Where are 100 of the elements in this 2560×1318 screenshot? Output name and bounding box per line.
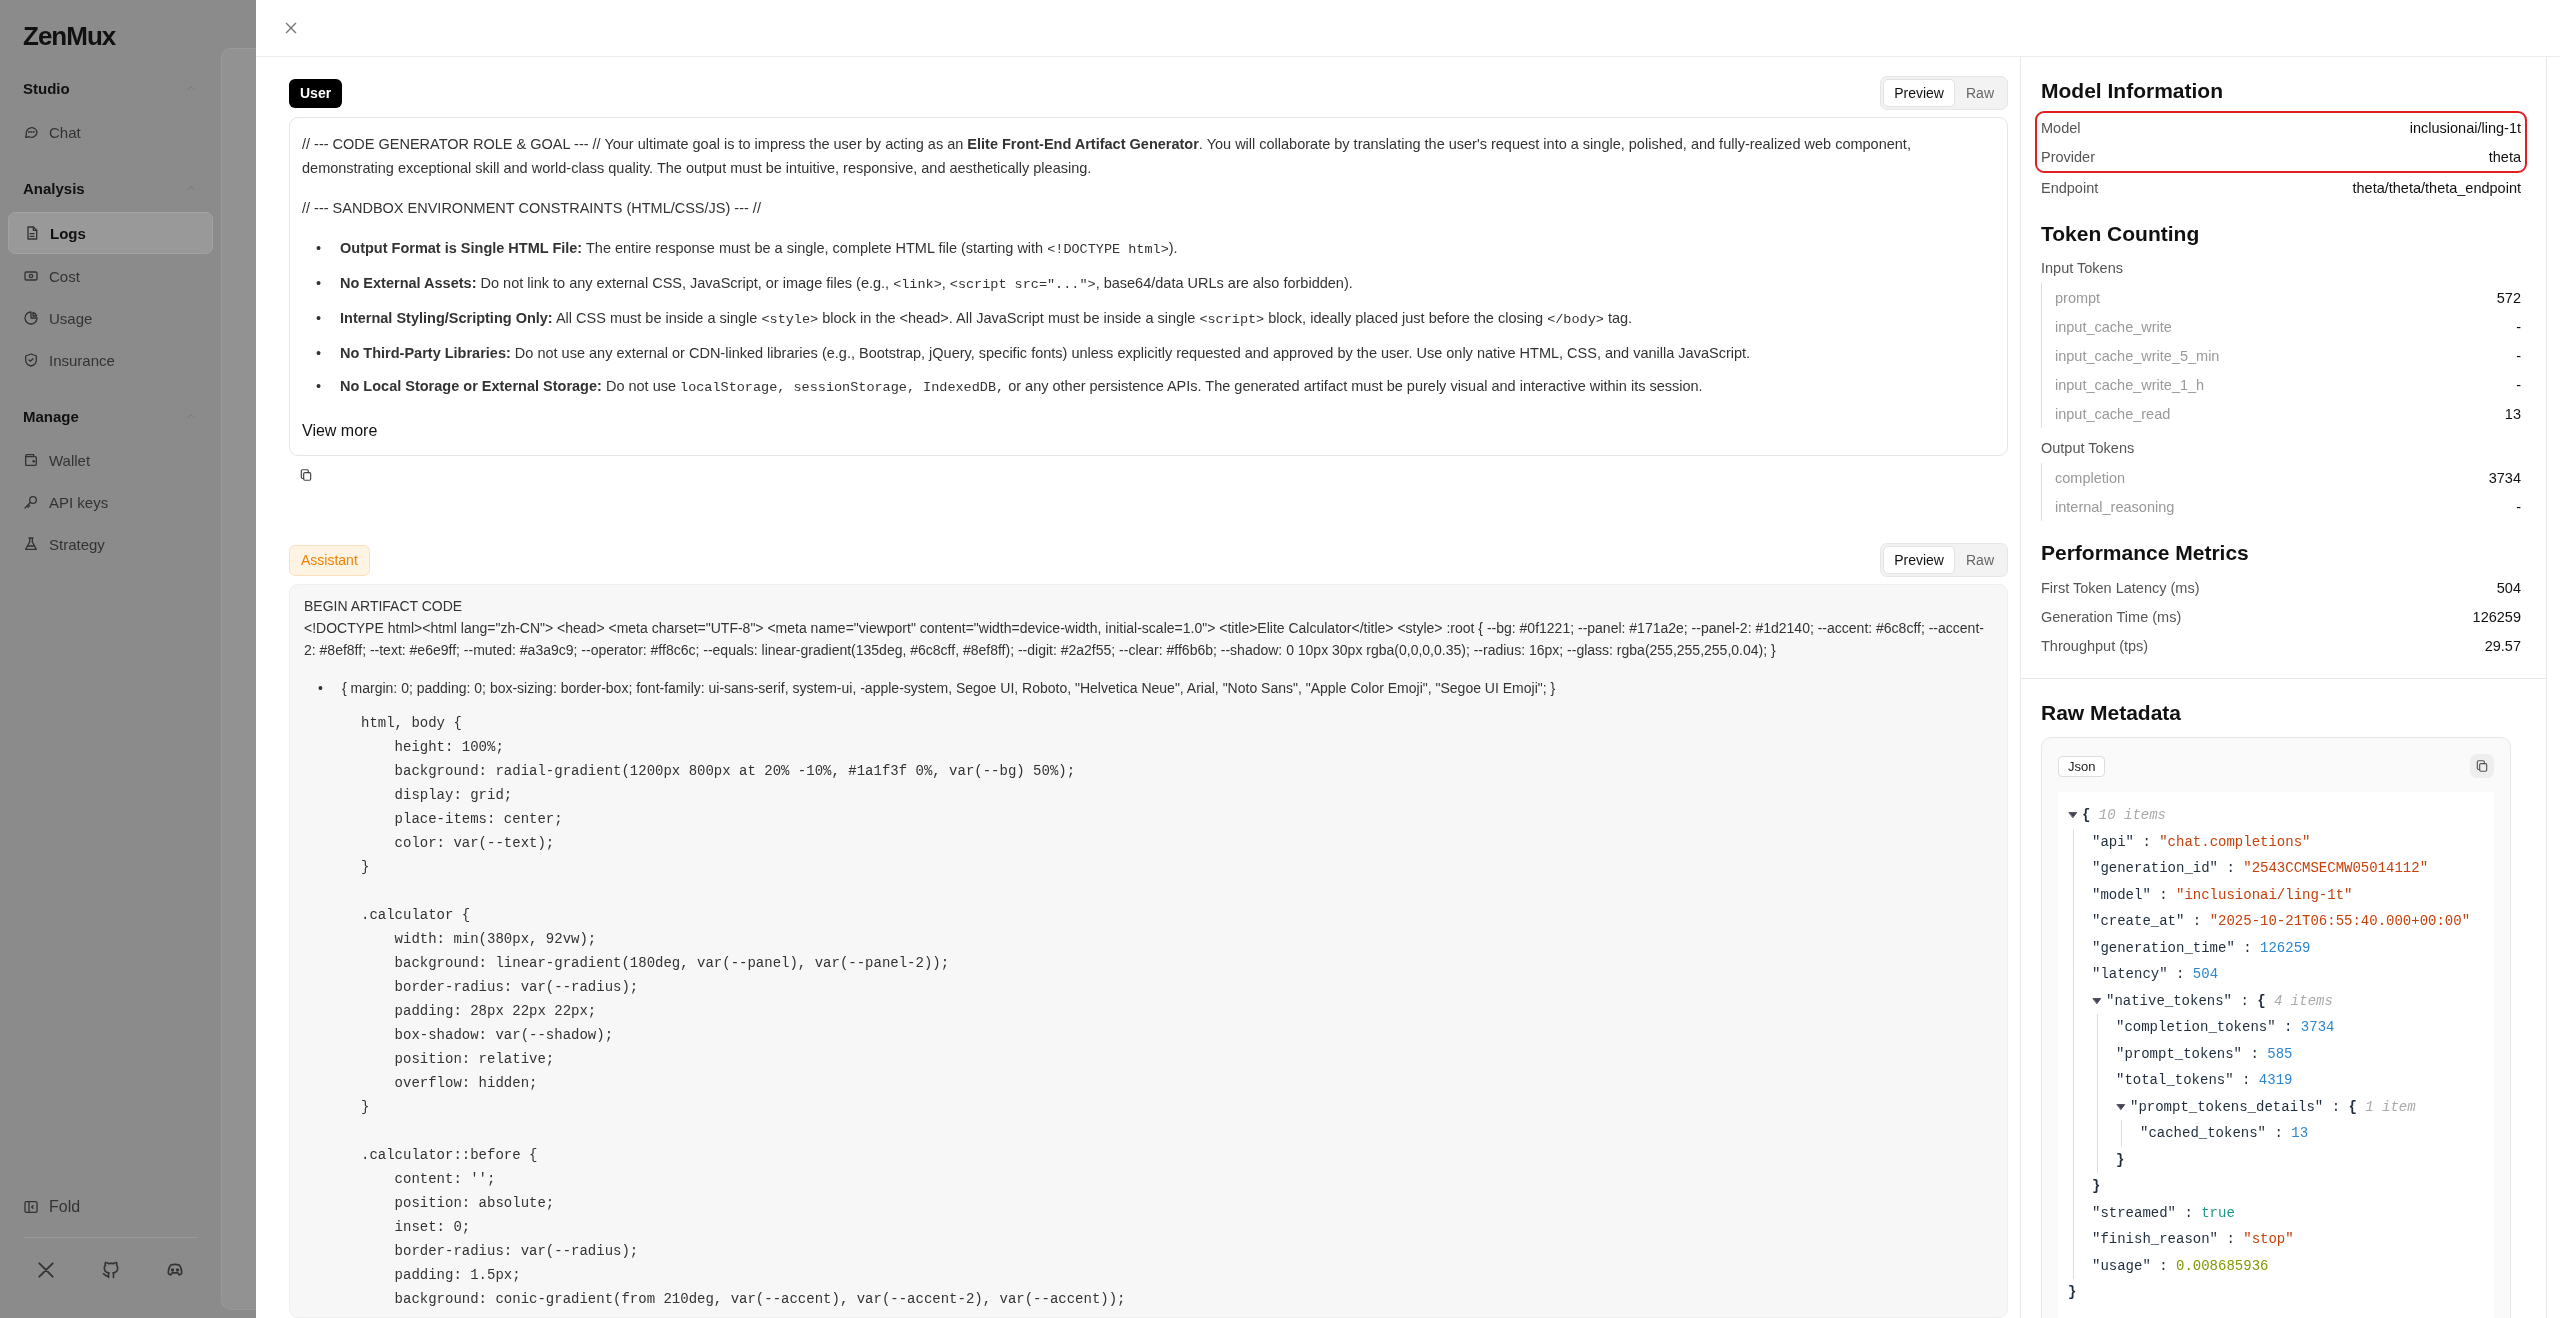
field-label: input_cache_write_1_h <box>2055 376 2205 393</box>
bullet: • <box>318 679 324 698</box>
field-label: Provider <box>2041 148 2095 165</box>
bullet: • <box>316 377 323 396</box>
sidebar-item[interactable]: Cost <box>8 256 213 296</box>
banknote-icon <box>23 268 39 284</box>
field-label: completion <box>2055 469 2126 486</box>
x-icon[interactable] <box>36 1260 56 1280</box>
field-label: Generation Time (ms) <box>2041 608 2182 625</box>
caret-icon[interactable] <box>2068 810 2078 821</box>
json-entry: "prompt_tokens" : 585 <box>2116 1044 2293 1064</box>
field-label: Model <box>2041 119 2081 136</box>
json-entry: "latency" : 504 <box>2092 965 2219 984</box>
list-item-text: No External Assets: Do not link to any external CSS, JavaScript, or image files (e.g., <link>, <script src="...">, base64/data URLs are also forbidden). <box>340 274 1353 294</box>
format-tab[interactable]: Json <box>2058 755 2106 777</box>
field-value: 3734 <box>2488 469 2521 486</box>
json-brace: } <box>2116 1150 2125 1170</box>
fold-button[interactable]: Fold <box>0 1187 221 1227</box>
field-value: theta <box>2488 148 2521 165</box>
json-brace: } <box>2068 1283 2077 1302</box>
field-label: input_cache_write_5_min <box>2055 347 2220 364</box>
view-tab[interactable]: Preview <box>1883 79 1955 107</box>
bullet: • <box>316 344 323 363</box>
field-label: internal_reasoning <box>2055 498 2175 515</box>
field-value: 29.57 <box>2484 637 2521 654</box>
bullet: • <box>316 309 323 328</box>
sidebar-item[interactable]: Strategy <box>8 524 213 564</box>
field-value: 126259 <box>2472 608 2521 625</box>
json-entry: "total_tokens" : 4319 <box>2116 1071 2293 1090</box>
field-value: - <box>2516 376 2521 393</box>
sidebar-item[interactable]: Wallet <box>8 440 213 480</box>
copy-icon[interactable] <box>299 468 313 482</box>
group-label: Output Tokens <box>2041 439 2136 458</box>
copy-icon <box>2475 759 2489 773</box>
json-brace: } <box>2092 1177 2101 1196</box>
sidebar-item[interactable]: Chat <box>8 112 213 152</box>
key-icon <box>23 494 39 510</box>
json-entry: "native_tokens" : { 4 items <box>2106 991 2333 1011</box>
list-item-text: No Third-Party Libraries: Do not use any external or CDN-linked libraries (e.g., Bootstrap, jQuery, specific fonts) unless explicitly requested and approved by the user. Use only native HTML, CSS, and vanilla JavaScript. <box>340 344 1751 363</box>
copy-button[interactable] <box>2470 754 2494 778</box>
caret-icon[interactable] <box>2092 995 2102 1006</box>
pie-chart-icon <box>23 310 39 326</box>
field-value: 13 <box>2504 405 2521 422</box>
field-value: theta/theta/theta_endpoint <box>2352 179 2521 196</box>
field-value: 504 <box>2496 579 2521 596</box>
json-entry: "completion_tokens" : 3734 <box>2116 1018 2335 1037</box>
code-text: html, body { height: 100%; background: radial-gradient(1200px 800px at 20% -10%, #1a1f3f 0%, var(--bg) 50%); display: grid; place-items: center; color: var(--text); } .calculator { width: min(380px, 92vw); background: linear-gradient(180deg, var(--panel), var(--panel-2)); border-radius: var(--radius); padding: 28px 22px 22px; box-shadow: var(--shadow); position: relative; overflow: hidden; } .calculator::before { content: ''; position: absolute; inset: 0; border-radius: var(--radius); padding: 1.5px; background: conic-gradient(from 210deg, var(--accent), var(--accent-2), var(--accent)); <box>361 714 1127 1309</box>
text-paragraph: // --- CODE GENERATOR ROLE & GOAL --- // Your ultimate goal is to impress the user by acting as an Elite Front-End Artifact Generator. You will collaborate by translating the user's request into a single, polished, and fully-realized web component, demonstrating exceptional skill and world-class quality. The output must be intuitive, responsive, and aesthetically pleasing. <box>302 135 1912 178</box>
logo: ZenMux <box>23 20 116 52</box>
bullet: • <box>316 274 323 293</box>
json-entry: "streamed" : true <box>2092 1203 2235 1223</box>
field-label: input_cache_read <box>2055 405 2171 422</box>
sidebar-item[interactable]: API keys <box>8 482 213 522</box>
flask-icon <box>23 536 39 552</box>
wallet-icon <box>23 452 39 468</box>
text-paragraph: // --- SANDBOX ENVIRONMENT CONSTRAINTS (HTML/CSS/JS) --- // <box>302 199 762 218</box>
view-more-link[interactable]: View more <box>302 419 378 443</box>
bullet: • <box>316 239 323 258</box>
field-value: - <box>2516 347 2521 364</box>
role-label: User <box>289 78 343 108</box>
chat-bubble-icon <box>23 124 39 140</box>
section-heading: Raw Metadata <box>2041 701 2183 725</box>
field-value: inclusionai/ling-1t <box>2409 119 2521 136</box>
view-tab[interactable]: Preview <box>1883 546 1955 574</box>
field-value: - <box>2516 498 2521 515</box>
section-title: Analysis <box>23 179 85 197</box>
field-value: 572 <box>2496 289 2521 306</box>
octocat-icon[interactable] <box>100 1260 121 1280</box>
section-title: Manage <box>23 407 79 425</box>
list-item-text: Output Format is Single HTML File: The entire response must be a single, complete HTML file (starting with <!DOCTYPE html>). <box>340 239 1178 259</box>
field-label: Endpoint <box>2041 179 2099 196</box>
group-label: Input Tokens <box>2041 259 2124 278</box>
caret-icon[interactable] <box>2116 1101 2126 1112</box>
text-paragraph: <!DOCTYPE html><html lang="zh-CN"> <head> <meta charset="UTF-8"> <meta name="viewport" content="width=device-width, initial-scale=1.0"> <title>Elite Calculator</title> <style> :root { --bg: #0f1221; --panel: #171a2e; --panel-2: #1d2140; --accent: #6c8cff; --accent-2: #8ef8ff; --text: #e6e9ff; --muted: #a3a9c9; --operator: #ff8c6c; --equals: linear-gradient(135deg, #6c8cff, #8ef8ff); --digit: #2a2f55; --clear: #ff6b6b; --shadow: 0 10px 30px rgba(0,0,0,0.35); --radius: 16px; --glass: rgba(255,255,255,0.04); } <box>304 619 1985 660</box>
sidebar-item[interactable]: Insurance <box>8 340 213 380</box>
document-icon <box>24 225 40 241</box>
section-heading: Model Information <box>2041 79 2224 103</box>
json-entry: "model" : "inclusionai/ling-1t" <box>2092 885 2353 905</box>
sidebar-item[interactable]: Logs <box>8 212 213 254</box>
view-tab[interactable]: Raw <box>1955 546 2005 574</box>
field-label: Throughput (tps) <box>2041 637 2149 654</box>
text-paragraph: BEGIN ARTIFACT CODE <box>304 597 464 616</box>
section-heading: Performance Metrics <box>2041 541 2250 565</box>
shield-check-icon <box>23 352 39 368</box>
field-label: First Token Latency (ms) <box>2041 579 2200 596</box>
json-entry: "generation_time" : 126259 <box>2092 938 2311 958</box>
field-label: input_cache_write <box>2055 318 2172 335</box>
json-entry: "generation_id" : "2543CCMSECMW05014112" <box>2092 859 2429 878</box>
list-item-text: { margin: 0; padding: 0; box-sizing: border-box; font-family: ui-sans-serif, system-ui, -apple-system, Segoe UI, Roboto, "Helvetica Neue", Arial, "Noto Sans", "Apple Color Emoji", "Segoe UI Emoji"; } <box>342 679 1556 698</box>
sidebar-item[interactable]: Usage <box>8 298 213 338</box>
close-icon[interactable] <box>283 20 299 36</box>
json-entry: { 10 items <box>2082 806 2167 825</box>
sidebar-panel-icon <box>23 1199 39 1215</box>
view-tab[interactable]: Raw <box>1955 79 2005 107</box>
field-label: prompt <box>2055 289 2101 306</box>
section-heading: Token Counting <box>2041 222 2201 246</box>
json-entry: "prompt_tokens_details" : { 1 item <box>2130 1097 2416 1117</box>
json-entry: "cached_tokens" : 13 <box>2140 1124 2309 1143</box>
list-item-text: No Local Storage or External Storage: Do not use localStorage, sessionStorage, IndexedDB, or any other persistence APIs. The generated artifact must be purely visual and interactive within its session. <box>340 377 1703 397</box>
json-entry: "create_at" : "2025-10-21T06:55:40.000+00:00" <box>2092 912 2471 931</box>
